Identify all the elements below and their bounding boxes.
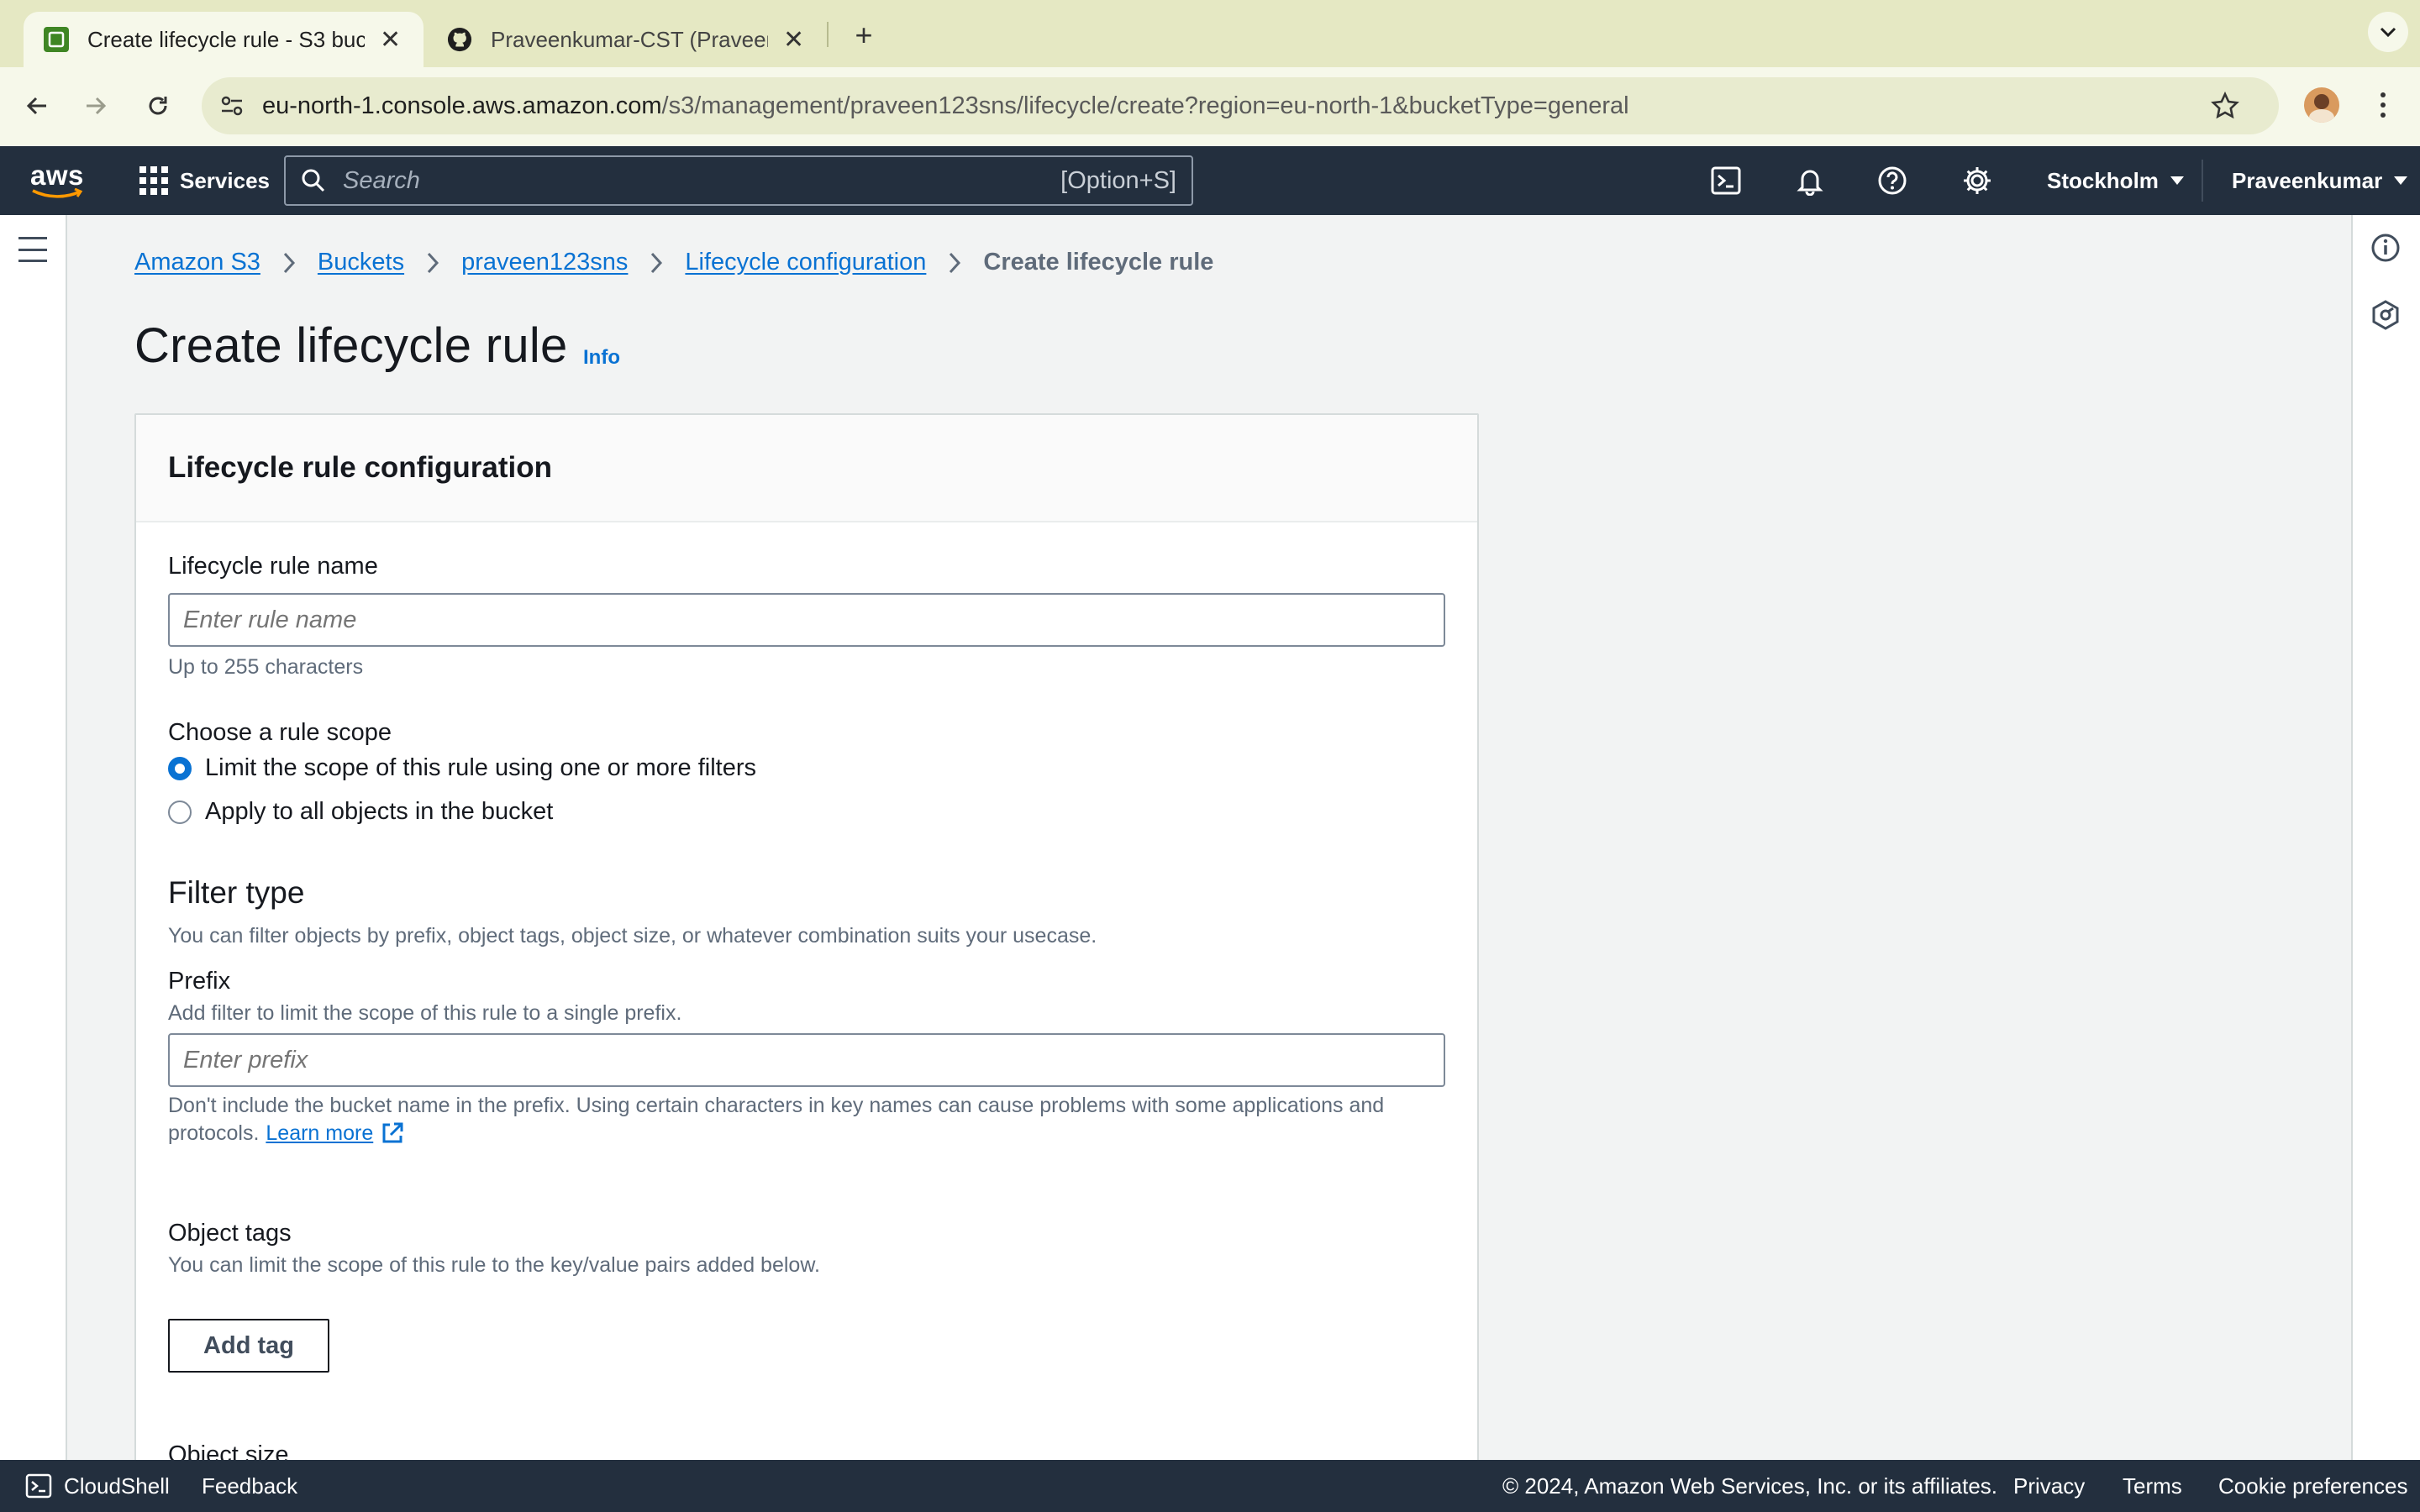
prefix-warning-line2: protocols. Learn more — [168, 1121, 405, 1146]
chevron-right-icon — [282, 251, 296, 275]
card-header: Lifecycle rule configuration — [136, 415, 1477, 522]
aws-logo-text: aws — [30, 160, 84, 191]
notifications-bell-icon[interactable] — [1795, 146, 1825, 215]
console-footer: CloudShell Feedback © 2024, Amazon Web S… — [0, 1460, 2420, 1512]
reload-icon[interactable] — [136, 84, 180, 128]
header-divider — [2202, 160, 2203, 202]
feedback-hexagon-icon[interactable] — [2370, 299, 2402, 335]
search-icon — [302, 169, 325, 192]
caret-down-icon — [2170, 176, 2184, 185]
search-placeholder: Search — [343, 166, 420, 194]
tab-title: Praveenkumar-CST (Praveenkumar — [491, 26, 768, 52]
scope-option-all-objects[interactable]: Apply to all objects in the bucket — [168, 798, 553, 826]
aws-smile-icon — [32, 188, 83, 198]
caret-down-icon — [2394, 176, 2408, 185]
account-label: Praveenkumar — [2232, 167, 2383, 193]
cloudshell-icon — [25, 1473, 52, 1499]
radio-unselected[interactable] — [168, 800, 192, 824]
external-link-icon[interactable] — [380, 1121, 405, 1146]
feedback-link[interactable]: Feedback — [202, 1460, 297, 1512]
url-host: eu-north-1.console.aws.amazon.com — [262, 92, 662, 119]
prefix-warning-text: protocols. — [168, 1121, 260, 1145]
info-panel-icon[interactable] — [2370, 232, 2402, 268]
breadcrumb-amazon-s3[interactable]: Amazon S3 — [134, 249, 260, 276]
tab-divider — [827, 22, 829, 47]
forward-arrow-icon[interactable] — [74, 84, 118, 128]
chevron-right-icon — [650, 251, 663, 275]
terms-link[interactable]: Terms — [2123, 1460, 2182, 1512]
s3-favicon-icon — [44, 27, 69, 52]
account-menu[interactable]: Praveenkumar — [2232, 146, 2409, 215]
search-shortcut-hint: [Option+S] — [1060, 166, 1176, 194]
page-title: Create lifecycle rule — [134, 318, 568, 373]
browser-toolbar: eu-north-1.console.aws.amazon.com/s3/man… — [0, 67, 2420, 146]
services-grid-icon — [139, 166, 168, 195]
object-tags-label: Object tags — [168, 1220, 292, 1247]
tab-search-chevron-down-icon[interactable] — [2368, 12, 2408, 52]
github-favicon-icon — [447, 27, 472, 52]
scope-option-filtered[interactable]: Limit the scope of this rule using one o… — [168, 754, 756, 782]
services-menu-button[interactable]: Services — [139, 146, 270, 215]
radio-selected[interactable] — [168, 756, 192, 780]
rule-name-label: Lifecycle rule name — [168, 553, 378, 580]
object-tags-description: You can limit the scope of this rule to … — [168, 1253, 820, 1277]
region-selector[interactable]: Stockholm — [2047, 146, 2186, 215]
copyright-text: © 2024, Amazon Web Services, Inc. or its… — [1502, 1473, 1998, 1499]
rule-name-constraint: Up to 255 characters — [168, 655, 364, 679]
chevron-right-icon — [948, 251, 961, 275]
console-search-input[interactable]: Search [Option+S] — [284, 155, 1193, 206]
settings-gear-icon[interactable] — [1961, 146, 1993, 215]
info-link[interactable]: Info — [583, 346, 620, 370]
bookmark-star-icon[interactable] — [2210, 91, 2240, 128]
new-tab-plus-icon[interactable]: + — [844, 15, 884, 55]
aws-console-header: aws Services Search [Option+S] Stockholm… — [0, 146, 2420, 215]
url-path: /s3/management/praveen123sns/lifecycle/c… — [661, 92, 1629, 119]
prefix-description: Add filter to limit the scope of this ru… — [168, 1001, 682, 1025]
chevron-right-icon — [426, 251, 439, 275]
back-arrow-icon[interactable] — [15, 84, 59, 128]
site-settings-icon[interactable] — [218, 92, 245, 126]
services-label: Services — [180, 167, 270, 193]
left-navigation-rail — [0, 215, 67, 1460]
rule-scope-label: Choose a rule scope — [168, 719, 392, 746]
breadcrumb-bucket-name[interactable]: praveen123sns — [461, 249, 628, 276]
scope-option-label: Limit the scope of this rule using one o… — [205, 754, 757, 781]
breadcrumb-lifecycle-configuration[interactable]: Lifecycle configuration — [685, 249, 926, 276]
hamburger-menu-icon[interactable] — [18, 237, 47, 262]
tab-github[interactable]: Praveenkumar-CST (Praveenkumar ✕ — [427, 12, 827, 67]
rule-name-input[interactable] — [168, 593, 1445, 647]
filter-type-heading: Filter type — [168, 875, 305, 910]
learn-more-link[interactable]: Learn more — [266, 1121, 373, 1146]
tab-close-icon[interactable]: ✕ — [380, 25, 401, 55]
cloudshell-icon[interactable] — [1711, 146, 1741, 215]
breadcrumb: Amazon S3 Buckets praveen123sns Lifecycl… — [134, 249, 1213, 276]
tab-close-icon[interactable]: ✕ — [783, 25, 804, 55]
profile-avatar[interactable] — [2304, 87, 2339, 123]
scope-option-label: Apply to all objects in the bucket — [205, 798, 554, 825]
right-tools-rail — [2351, 215, 2420, 1460]
region-label: Stockholm — [2047, 167, 2159, 193]
tab-create-lifecycle-rule[interactable]: Create lifecycle rule - S3 bucket ✕ — [24, 12, 424, 67]
filter-type-description: You can filter objects by prefix, object… — [168, 924, 1097, 948]
add-tag-button[interactable]: Add tag — [168, 1319, 329, 1373]
aws-logo[interactable]: aws — [30, 146, 84, 215]
breadcrumb-buckets[interactable]: Buckets — [318, 249, 404, 276]
prefix-label: Prefix — [168, 968, 231, 995]
help-question-icon[interactable] — [1877, 146, 1907, 215]
breadcrumb-current: Create lifecycle rule — [983, 249, 1214, 276]
prefix-input[interactable] — [168, 1033, 1445, 1087]
cloudshell-label: CloudShell — [64, 1473, 170, 1499]
cookie-preferences-link[interactable]: Cookie preferences — [2218, 1460, 2407, 1512]
address-bar[interactable]: eu-north-1.console.aws.amazon.com/s3/man… — [202, 77, 2279, 134]
tab-title: Create lifecycle rule - S3 bucket — [87, 26, 365, 52]
browser-tab-strip: Create lifecycle rule - S3 bucket ✕ Prav… — [0, 0, 2420, 67]
cloudshell-footer-button[interactable]: CloudShell — [25, 1460, 170, 1512]
browser-menu-kebab-icon[interactable] — [2368, 86, 2398, 124]
privacy-link[interactable]: Privacy — [2013, 1460, 2085, 1512]
prefix-warning-line1: Don't include the bucket name in the pre… — [168, 1094, 1385, 1117]
